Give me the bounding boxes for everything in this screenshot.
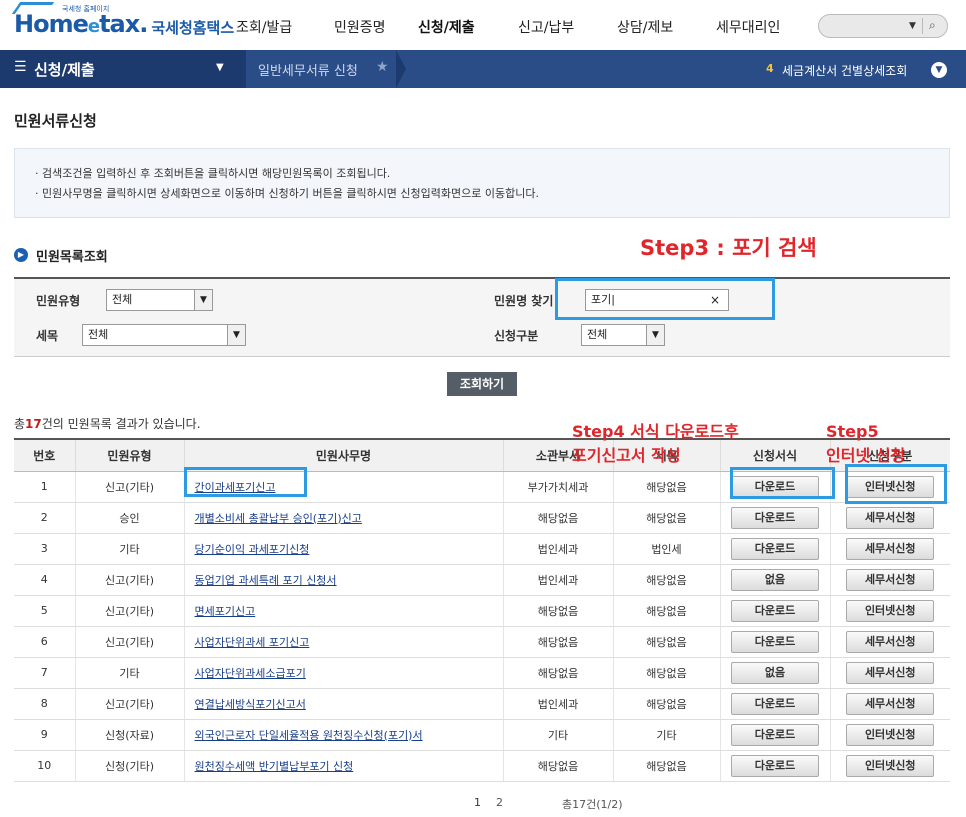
gnb-agent[interactable]: 세무대리인 — [716, 17, 780, 37]
form-download-button[interactable]: 다운로드 — [731, 506, 819, 529]
form-download-button[interactable]: 다운로드 — [731, 630, 819, 653]
chevron-down-icon[interactable]: ▼ — [646, 325, 664, 345]
chevron-down-icon[interactable]: ▼ — [216, 62, 224, 73]
service-name-link[interactable]: 개별소비세 총괄납부 승인(포기)신고 — [195, 512, 362, 525]
apply-button[interactable]: 세무서신청 — [846, 692, 935, 715]
type-select[interactable]: 전체 ▼ — [106, 289, 213, 311]
info-line: · 검색조건을 입력하신 후 조회버튼을 클릭하시면 해당민원목록이 조회됩니다… — [35, 167, 391, 180]
apply-button[interactable]: 세무서신청 — [846, 661, 935, 684]
top-header: 국세청 홈페이지 Homeetax. 국세청홈택스 조회/발급 민원증명 신청/… — [0, 0, 966, 50]
search-button[interactable]: 조회하기 — [447, 372, 517, 396]
apply-type-select[interactable]: 전체 ▼ — [581, 324, 665, 346]
service-name-link[interactable]: 동업기업 과세특례 포기 신청서 — [195, 574, 337, 587]
form-none-label: 없음 — [731, 568, 819, 591]
col-no: 번호 — [14, 438, 75, 472]
table-row: 6 신고(기타) 사업자단위과세 포기신고 해당없음 해당없음 다운로드 세무서신청 — [14, 626, 950, 658]
apply-button[interactable]: 세무서신청 — [846, 537, 935, 560]
gnb-inquiry[interactable]: 조회/발급 — [236, 17, 292, 37]
step5-annotation: Step5 인터넷 신청 — [826, 422, 906, 465]
caret-down-icon[interactable]: ▼ — [909, 21, 916, 31]
favorite-star-icon[interactable]: ★ — [376, 59, 389, 75]
section-title: 민원목록조회 — [36, 250, 108, 265]
global-search-input[interactable]: ▼ ⌕ — [818, 14, 948, 38]
logo-tagline: 국세청 홈페이지 — [62, 5, 110, 13]
service-name-link[interactable]: 연결납세방식포기신고서 — [195, 698, 306, 711]
search-divider — [922, 18, 923, 34]
apply-type-label: 신청구분 — [494, 329, 539, 343]
apply-button[interactable]: 인터넷신청 — [846, 599, 935, 622]
breadcrumb-arrow — [396, 50, 406, 88]
sub-navbar: ☰ 신청/제출 ▼ 일반세무서류 신청 ★ 4 세금계산서 건별상세조회 ▼ — [0, 50, 966, 88]
apply-button[interactable]: 세무서신청 — [846, 506, 935, 529]
gnb-consult[interactable]: 상담/제보 — [617, 17, 673, 37]
notice-ticker[interactable]: 세금계산서 건별상세조회 — [782, 62, 907, 79]
tax-label: 세목 — [36, 329, 59, 343]
chevron-circle-down-icon[interactable]: ▼ — [931, 62, 947, 78]
page-summary: 총17건(1/2) — [562, 798, 623, 811]
apply-button[interactable]: 인터넷신청 — [846, 723, 935, 746]
service-name-link[interactable]: 외국인근로자 단일세율적용 원천징수신청(포기)서 — [195, 729, 423, 742]
form-download-button[interactable]: 다운로드 — [731, 754, 819, 777]
form-download-button[interactable]: 다운로드 — [731, 723, 819, 746]
table-row: 2 승인 개별소비세 총괄납부 승인(포기)신고 해당없음 해당없음 다운로드 세무서신청 — [14, 502, 950, 534]
hamburger-icon[interactable]: ☰ — [14, 59, 27, 75]
type-label: 민원유형 — [36, 294, 81, 308]
page-1[interactable]: 1 — [474, 796, 481, 809]
apply-button[interactable]: 인터넷신청 — [846, 754, 935, 777]
chevron-down-icon[interactable]: ▼ — [227, 325, 245, 345]
row1-name-highlight-box — [184, 467, 307, 497]
gnb-certificate[interactable]: 민원증명 — [334, 17, 386, 37]
info-box: · 검색조건을 입력하신 후 조회버튼을 클릭하시면 해당민원목록이 조회됩니다… — [14, 148, 950, 218]
search-highlight-box — [555, 278, 775, 320]
col-type: 민원유형 — [74, 438, 184, 472]
table-row: 9 신청(자료) 외국인근로자 단일세율적용 원천징수신청(포기)서 기타 기타 다운로드… — [14, 719, 950, 751]
gnb-filing[interactable]: 신고/납부 — [518, 17, 574, 37]
name-search-label: 민원명 찾기 — [494, 294, 554, 308]
page-2[interactable]: 2 — [496, 796, 503, 809]
page-title: 민원서류신청 — [14, 112, 97, 130]
tax-select[interactable]: 전체 ▼ — [82, 324, 246, 346]
table-row: 10 신청(기타) 원천징수세액 반기별납부포기 신청 해당없음 해당없음 다운로드 인터넷… — [14, 750, 950, 782]
apply-button[interactable]: 세무서신청 — [846, 630, 935, 653]
result-count: 총17건의 민원목록 결과가 있습니다. — [14, 417, 201, 431]
search-icon[interactable]: ⌕ — [929, 18, 936, 33]
chevron-down-icon[interactable]: ▼ — [194, 290, 212, 310]
step3-annotation: Step3 : 포기 검색 — [640, 236, 817, 260]
service-name-link[interactable]: 사업자단위과세소급포기 — [195, 667, 306, 680]
table-row: 5 신고(기타) 면세포기신고 해당없음 해당없음 다운로드 인터넷신청 — [14, 595, 950, 627]
search-form: 민원유형 전체 ▼ 민원명 찾기 포기| × 세목 전체 ▼ 신청구분 전체 ▼ — [14, 277, 950, 357]
form-none-label: 없음 — [731, 661, 819, 684]
apply-button[interactable]: 세무서신청 — [846, 568, 935, 591]
section-bullet-icon: ▶ — [14, 248, 28, 262]
notice-number: 4 — [766, 62, 774, 75]
service-name-link[interactable]: 당기순이익 과세포기신청 — [195, 543, 310, 556]
hometax-logo[interactable]: 국세청 홈페이지 Homeetax. 국세청홈택스 — [11, 2, 235, 42]
step4-annotation: Step4 서식 다운로드후 포기신고서 작성 — [572, 422, 739, 465]
table-row: 7 기타 사업자단위과세소급포기 해당없음 해당없음 없음 세무서신청 — [14, 657, 950, 689]
menu-title: 신청/제출 — [34, 61, 95, 79]
breadcrumb[interactable]: 일반세무서류 신청 — [258, 60, 358, 79]
logo-subtitle: 국세청홈택스 — [151, 19, 235, 37]
internet-apply-highlight-box — [845, 464, 947, 504]
download-highlight-box — [730, 467, 835, 499]
form-download-button[interactable]: 다운로드 — [731, 599, 819, 622]
service-name-link[interactable]: 면세포기신고 — [195, 605, 256, 618]
table-row: 3 기타 당기순이익 과세포기신청 법인세과 법인세 다운로드 세무서신청 — [14, 533, 950, 565]
service-name-link[interactable]: 사업자단위과세 포기신고 — [195, 636, 310, 649]
menu-dropdown[interactable]: ☰ 신청/제출 ▼ — [0, 50, 246, 88]
table-row: 4 신고(기타) 동업기업 과세특례 포기 신청서 법인세과 해당없음 없음 세무서신청 — [14, 564, 950, 596]
form-download-button[interactable]: 다운로드 — [731, 537, 819, 560]
service-name-link[interactable]: 원천징수세액 반기별납부포기 신청 — [195, 760, 354, 773]
info-line: · 민원사무명을 클릭하시면 상세화면으로 이동하며 신청하기 버튼을 클릭하시… — [35, 187, 539, 200]
gnb-application[interactable]: 신청/제출 — [418, 17, 475, 37]
form-download-button[interactable]: 다운로드 — [731, 692, 819, 715]
table-row: 8 신고(기타) 연결납세방식포기신고서 법인세과 해당없음 다운로드 세무서신청 — [14, 688, 950, 720]
